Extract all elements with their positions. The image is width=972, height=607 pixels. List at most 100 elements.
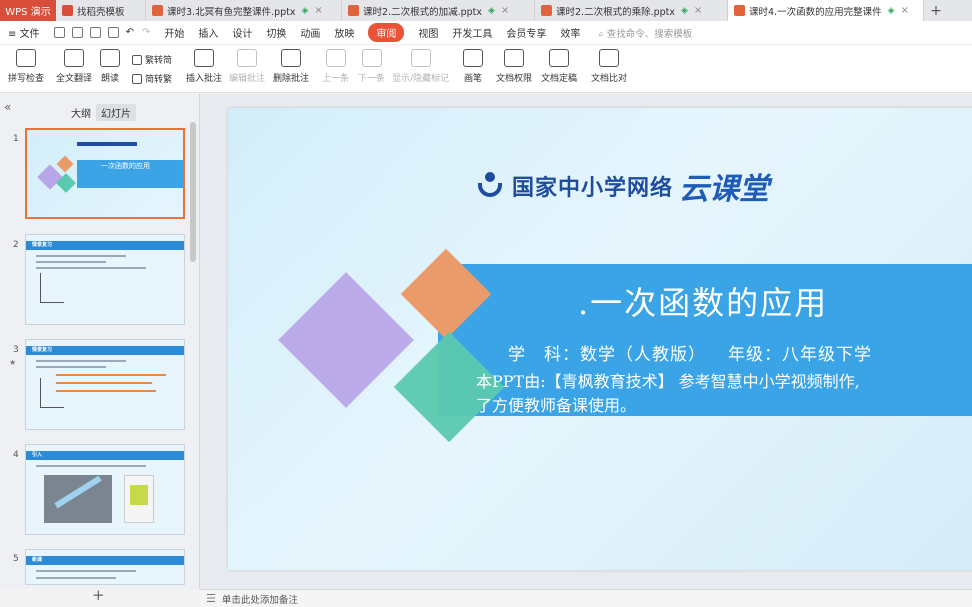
logo-person-icon: [476, 172, 504, 200]
show-hide-markup-label: 显示/隐藏标记: [392, 74, 450, 84]
search-icon: ⌕: [598, 28, 604, 40]
tab-template[interactable]: 找稻壳模板: [56, 0, 146, 21]
tab-label: 找稻壳模板: [77, 6, 125, 18]
next-comment-button[interactable]: 下一条: [358, 49, 385, 84]
logo-brand: 云课堂: [679, 172, 770, 207]
thumb-header: 引入: [32, 452, 43, 458]
thumb-text-line: [36, 577, 116, 579]
menu-home[interactable]: 开始: [164, 25, 184, 40]
slide-thumbnail-4[interactable]: 引入: [25, 444, 185, 535]
doc-permission-label: 文档权限: [496, 74, 533, 84]
menu-transitions[interactable]: 切换: [266, 25, 286, 40]
slide-thumbnail-pane: « 大纲 幻灯片 1 一次函数的应用 2 情景复习 3 ★ 情景复习 4 引入 …: [0, 94, 200, 604]
menu-file[interactable]: ≡ 文件: [8, 25, 40, 40]
pptx-file-icon: [152, 5, 163, 16]
tab-document-2[interactable]: 课时2.二次根式的加减.pptx ◈ ×: [342, 0, 535, 21]
thumb-text-line: [36, 267, 146, 269]
new-tab-button[interactable]: +: [924, 0, 948, 21]
slide-title[interactable]: .一次函数的应用: [578, 278, 828, 324]
slide-number: 3: [13, 345, 19, 355]
thumb-text-line: [36, 360, 126, 362]
doc-finalize-button[interactable]: 文档定稿: [541, 49, 577, 84]
close-icon[interactable]: ×: [694, 5, 702, 16]
delete-comment-icon: [281, 49, 301, 67]
wps-presentation-window: WPS 演示 找稻壳模板 课时3.北冥有鱼完整课件.pptx ◈ × 课时2.二…: [0, 0, 972, 607]
close-icon[interactable]: ×: [901, 5, 909, 16]
review-ribbon: 拼写检查 全文翻译 朗读 繁转简 简转繁 插入批注 编辑批注 删除批注 上一条 …: [0, 45, 972, 93]
slide-subtitle[interactable]: 学 科：数学（人教版） 年级：八年级下学: [508, 340, 872, 365]
delete-comment-button[interactable]: 删除批注: [273, 49, 309, 84]
slide-thumbnail-1[interactable]: 一次函数的应用: [25, 128, 185, 219]
tab-document-3[interactable]: 课时2.二次根式的乘除.pptx ◈ ×: [535, 0, 728, 21]
to-simplified-button[interactable]: 繁转简: [132, 53, 172, 66]
slide-thumbnail-2[interactable]: 情景复习: [25, 234, 185, 325]
thumb-header: 情景复习: [32, 347, 53, 353]
collapse-pane-icon[interactable]: «: [4, 100, 11, 114]
tab-outline[interactable]: 大纲: [66, 104, 96, 121]
tab-document-active[interactable]: 课时4.一次函数的应用完整课件 ◈ ×: [728, 0, 924, 21]
pen-icon: [463, 49, 483, 67]
note-line: 本PPT由:【青枫教育技术】 参考智慧中小学视频制作,: [476, 372, 860, 391]
insert-comment-button[interactable]: 插入批注: [186, 49, 222, 84]
speaker-notes-bar[interactable]: ☰ 单击此处添加备注: [200, 589, 972, 607]
edit-comment-button[interactable]: 编辑批注: [229, 49, 265, 84]
note-line: 了方便教师备课使用。: [476, 396, 637, 415]
slide-editor-canvas[interactable]: 国家中小学网络 云课堂 .一次函数的应用 学 科：数学（人教版） 年级：八年级下学…: [200, 94, 972, 589]
shield-icon: ◈: [887, 5, 895, 16]
menu-view[interactable]: 视图: [418, 25, 438, 40]
thumb-text-line: [36, 261, 106, 263]
doc-compare-button[interactable]: 文档比对: [591, 49, 627, 84]
to-traditional-label: 简转繁: [145, 75, 173, 85]
to-simplified-label: 繁转简: [145, 56, 173, 66]
tab-slides[interactable]: 幻灯片: [96, 104, 136, 121]
menu-efficiency[interactable]: 效率: [560, 25, 580, 40]
tab-label: 课时3.北冥有鱼完整课件.pptx: [167, 6, 296, 18]
previous-comment-button[interactable]: 上一条: [322, 49, 349, 84]
full-translate-button[interactable]: 全文翻译: [56, 49, 92, 84]
markup-icon: [410, 49, 431, 67]
current-slide[interactable]: 国家中小学网络 云课堂 .一次函数的应用 学 科：数学（人教版） 年级：八年级下学…: [228, 108, 972, 570]
slide-note[interactable]: 本PPT由:【青枫教育技术】 参考智慧中小学视频制作, 了方便教师备课使用。: [476, 370, 972, 418]
menu-developer[interactable]: 开发工具: [452, 25, 492, 40]
thumb-photo: [44, 475, 112, 523]
slide-thumbnail-3[interactable]: 情景复习: [25, 339, 185, 430]
delete-comment-label: 删除批注: [273, 74, 310, 84]
preview-icon[interactable]: [107, 27, 119, 38]
save-icon[interactable]: [53, 27, 65, 38]
add-slide-button[interactable]: +: [92, 586, 105, 604]
menu-design[interactable]: 设计: [232, 25, 252, 40]
close-icon[interactable]: ×: [314, 5, 322, 16]
undo-icon[interactable]: ↶: [126, 27, 134, 38]
tab-label: 课时2.二次根式的乘除.pptx: [556, 6, 675, 18]
doc-permission-button[interactable]: 文档权限: [496, 49, 532, 84]
edit-comment-icon: [237, 49, 257, 67]
thumbnail-scrollbar[interactable]: [190, 122, 196, 262]
print-icon[interactable]: [89, 27, 101, 38]
app-tab[interactable]: WPS 演示: [0, 0, 56, 21]
logo-text: 国家中小学网络: [512, 175, 674, 201]
next-icon: [361, 49, 382, 67]
shield-icon: ◈: [488, 5, 495, 16]
menu-member[interactable]: 会员专享: [506, 25, 546, 40]
to-traditional-button[interactable]: 简转繁: [132, 72, 172, 85]
spell-check-button[interactable]: 拼写检查: [8, 49, 44, 84]
show-hide-markup-button[interactable]: 显示/隐藏标记: [392, 49, 449, 84]
read-aloud-button[interactable]: 朗读: [100, 49, 120, 84]
thumb-text-line: [36, 255, 126, 257]
menu-animation[interactable]: 动画: [300, 25, 320, 40]
thumb-text-line: [36, 465, 146, 467]
ink-button[interactable]: 画笔: [463, 49, 483, 84]
redo-icon[interactable]: ↷: [142, 27, 150, 38]
tab-document-1[interactable]: 课时3.北冥有鱼完整课件.pptx ◈ ×: [146, 0, 342, 21]
menu-review[interactable]: 审阅: [368, 23, 405, 42]
notes-placeholder: 单击此处添加备注: [221, 594, 298, 606]
close-icon[interactable]: ×: [501, 5, 509, 16]
export-icon[interactable]: [71, 27, 83, 38]
next-label: 下一条: [358, 74, 386, 84]
menu-insert[interactable]: 插入: [198, 25, 218, 40]
slide-thumbnail-5[interactable]: 新课: [25, 549, 185, 585]
spell-check-label: 拼写检查: [8, 74, 45, 84]
menu-slideshow[interactable]: 放映: [334, 25, 354, 40]
shield-icon: ◈: [681, 5, 688, 16]
command-search[interactable]: ⌕ 查找命令、搜索模板: [598, 26, 692, 40]
